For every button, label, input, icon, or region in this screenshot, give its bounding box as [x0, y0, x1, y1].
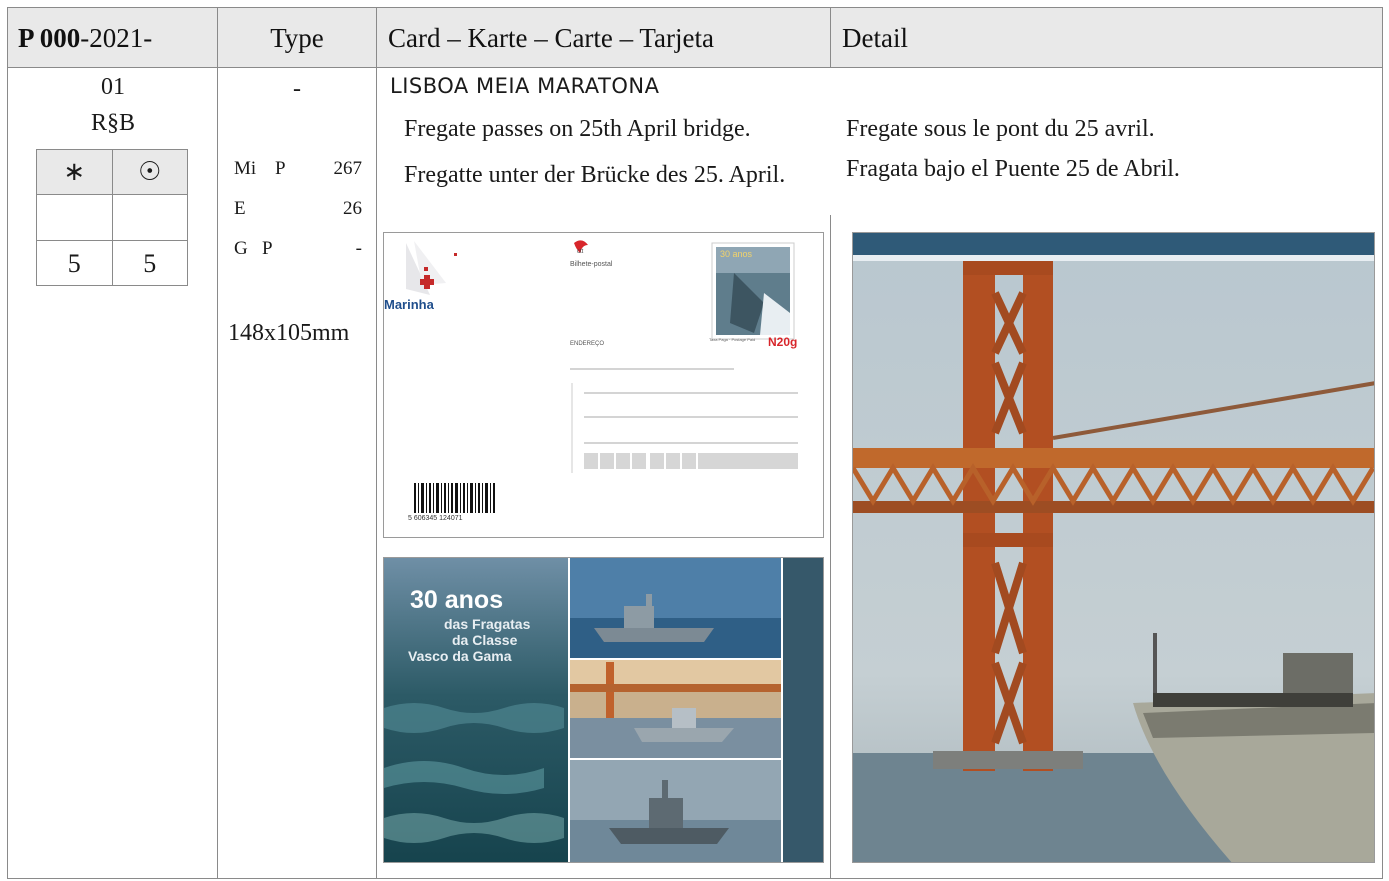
barcode-number: 5 606345 124071 — [408, 515, 463, 522]
detail-image — [852, 232, 1375, 863]
mint-icon: ∗ — [37, 150, 113, 194]
rating-header-row: ∗ ☉ — [37, 150, 187, 194]
address-label: ENDEREÇO — [570, 341, 605, 347]
detail-illustration — [853, 233, 1374, 862]
rating-row — [37, 194, 187, 241]
catalog-label: G — [234, 238, 248, 259]
catalog-value: - — [355, 238, 362, 259]
header-card: Card – Karte – Carte – Tarjeta — [388, 8, 714, 68]
rating-row: 5 5 — [37, 240, 187, 286]
marinha-logo: Marinha — [384, 297, 434, 312]
catalog-label: Mi — [234, 158, 257, 179]
catalog-label: E — [234, 198, 246, 219]
postcard-address-side: Marinha ctt Bilhete-postal ENDEREÇO 30 a… — [383, 232, 824, 538]
column-divider-2 — [376, 7, 377, 879]
description-es: Fragata bajo el Puente 25 de Abril. — [846, 156, 1180, 182]
header-catalog-number: P 000 -2021- — [18, 8, 217, 68]
postcard-address-illustration — [406, 240, 798, 513]
picture-line-1: das Fragatas — [444, 616, 531, 632]
catalog-value: 267 — [333, 158, 363, 179]
ctt-logo: ctt — [577, 249, 584, 255]
column-divider-1 — [217, 7, 218, 879]
used-icon: ☉ — [138, 157, 162, 186]
column-divider-3-lower — [830, 215, 831, 879]
card-title: LISBOA MEIA MARATONA — [390, 74, 660, 98]
picture-headline: 30 anos — [410, 586, 504, 614]
catalog-sub: P — [275, 158, 286, 179]
description-de: Fregatte unter der Brücke des 25. April. — [404, 162, 786, 188]
description-fr: Fregate sous le pont du 25 avril. — [846, 116, 1155, 142]
column-divider-3 — [830, 7, 831, 68]
catalog-suffix: -2021- — [80, 22, 153, 53]
entry-code: R§B — [90, 110, 135, 136]
postcard-picture-side: 30 anos das Fragatas da Classe Vasco da … — [383, 557, 824, 863]
rating-cell — [113, 195, 188, 241]
picture-line-3: Vasco da Gama — [408, 648, 512, 664]
entry-number: 01 — [101, 74, 125, 100]
card-dimensions: 148x105mm — [228, 320, 350, 346]
catalog-prefix: P 000 — [18, 22, 81, 53]
postage-note: Taxa Paga · Postage Paid — [709, 337, 756, 342]
header-type-label: Type — [270, 22, 324, 53]
header-type: Type — [218, 8, 376, 68]
rating-cell — [37, 195, 113, 241]
header-detail-label: Detail — [842, 22, 908, 53]
header-detail: Detail — [842, 8, 908, 68]
postage-mark: N20g — [768, 335, 798, 349]
picture-line-2: da Classe — [452, 632, 518, 648]
rating-cell: 5 — [143, 248, 157, 278]
rating-cell: 5 — [37, 241, 113, 286]
type-value: - — [293, 76, 301, 102]
catalog-value: 26 — [343, 198, 362, 219]
description-en: Fregate passes on 25th April bridge. — [404, 116, 751, 142]
catalog-sub: P — [262, 238, 273, 259]
stamp-text: 30 anos — [720, 249, 753, 259]
postal-card-title: Bilhete-postal — [570, 261, 613, 268]
rating-table: ∗ ☉ 5 5 — [36, 149, 188, 286]
header-card-label: Card – Karte – Carte – Tarjeta — [388, 22, 714, 53]
